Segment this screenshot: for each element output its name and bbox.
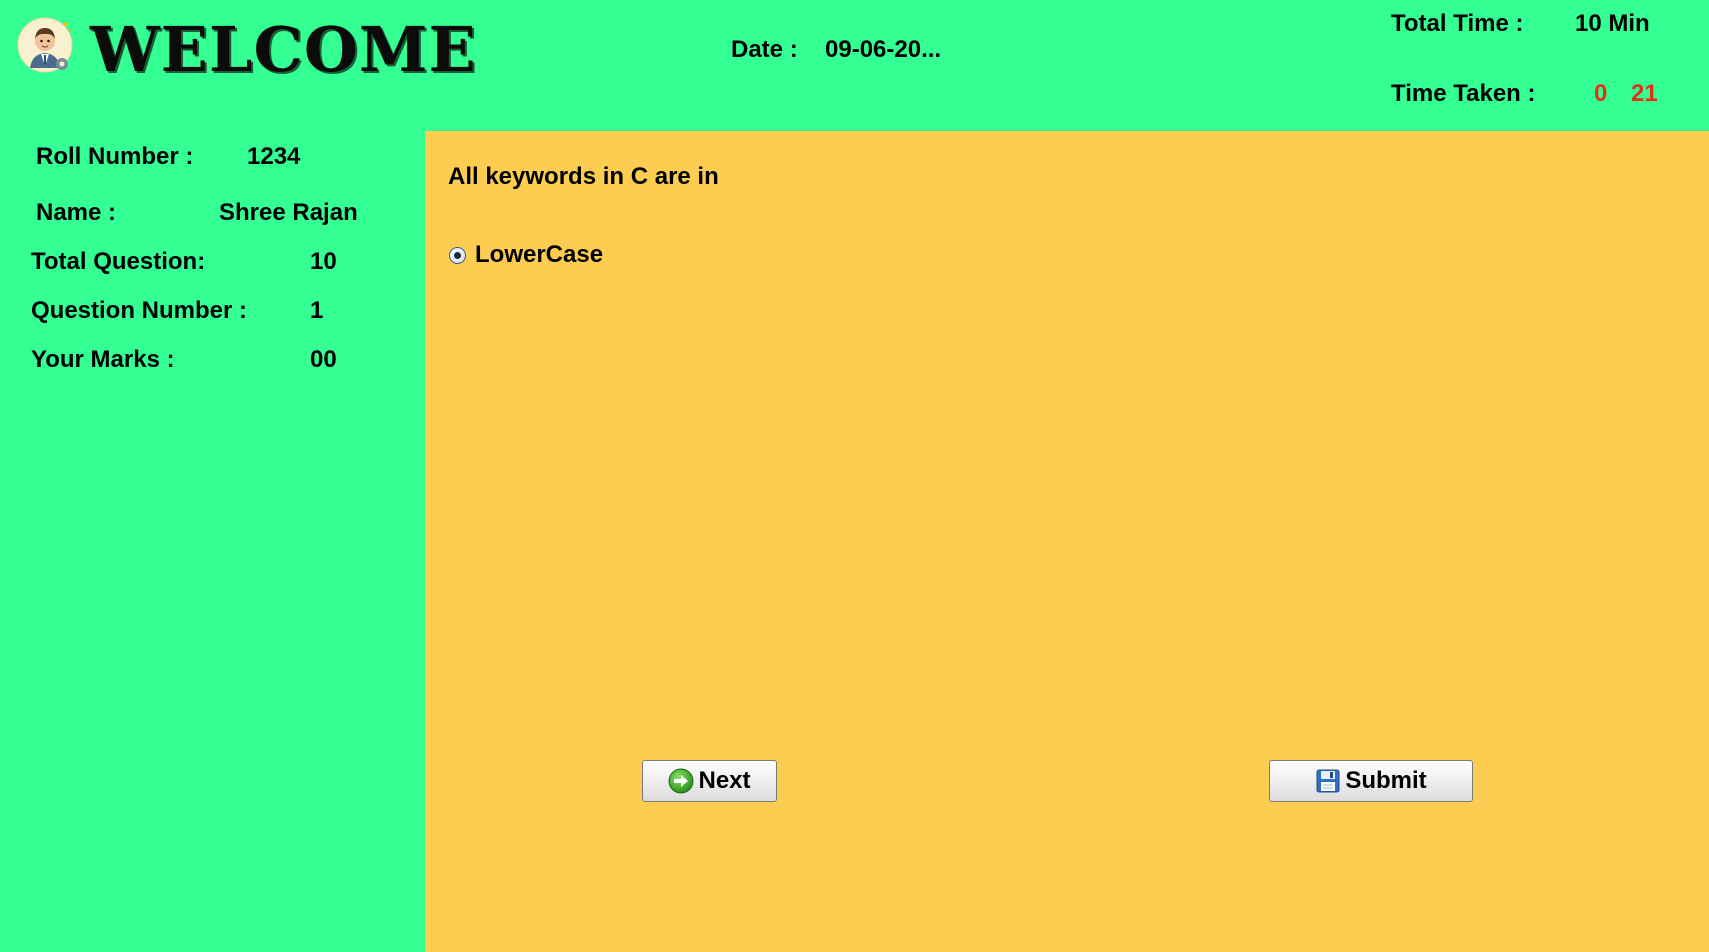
app-title: WELCOME bbox=[90, 13, 477, 86]
total-question-label: Total Question: bbox=[31, 248, 206, 275]
next-button[interactable]: Next bbox=[642, 760, 777, 802]
user-avatar-icon bbox=[17, 17, 73, 73]
quiz-window: WELCOME Date : 09-06-20... Total Time : … bbox=[0, 0, 1709, 952]
next-button-label: Next bbox=[698, 767, 751, 794]
marks-label: Your Marks : bbox=[31, 346, 175, 373]
time-taken-seconds: 21 bbox=[1631, 80, 1658, 107]
radio-selected-dot bbox=[454, 251, 461, 259]
question-number-label: Question Number : bbox=[31, 297, 248, 324]
roll-number-value: 1234 bbox=[247, 143, 301, 170]
question-text: All keywords in C are in bbox=[448, 163, 719, 190]
marks-value: 00 bbox=[310, 346, 337, 373]
total-time-value: 10 Min bbox=[1575, 10, 1650, 37]
floppy-disk-icon bbox=[1316, 769, 1340, 793]
time-taken-minutes: 0 bbox=[1594, 80, 1608, 107]
total-time-label: Total Time : bbox=[1391, 10, 1524, 37]
time-taken-label: Time Taken : bbox=[1391, 80, 1536, 107]
submit-button-label: Submit bbox=[1345, 767, 1427, 794]
date-value: 09-06-20... bbox=[825, 36, 942, 63]
name-value: Shree Rajan bbox=[219, 199, 358, 226]
question-panel: All keywords in C are in LowerCase Next bbox=[425, 131, 1709, 952]
name-label: Name : bbox=[36, 199, 117, 226]
question-number-value: 1 bbox=[310, 297, 324, 324]
answer-option[interactable]: LowerCase bbox=[449, 241, 603, 269]
submit-button[interactable]: Submit bbox=[1269, 760, 1473, 802]
total-question-value: 10 bbox=[310, 248, 337, 275]
arrow-right-circle-icon bbox=[668, 768, 694, 794]
date-label: Date : bbox=[731, 36, 798, 63]
roll-number-label: Roll Number : bbox=[36, 143, 194, 170]
option-radio-button[interactable] bbox=[449, 246, 466, 264]
option-label: LowerCase bbox=[475, 241, 604, 268]
